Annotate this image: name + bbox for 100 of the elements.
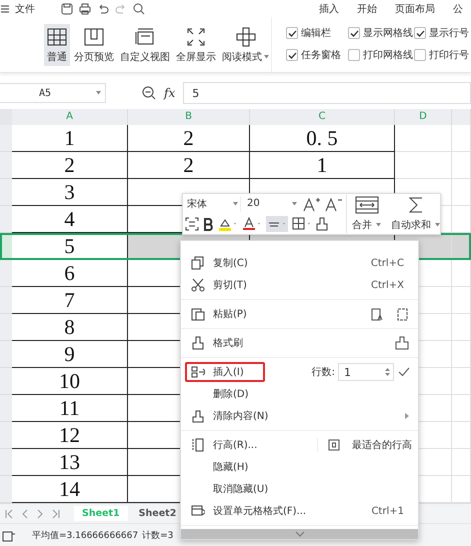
- table-cell: 1: [12, 125, 128, 152]
- last-sheet-icon[interactable]: [51, 508, 61, 518]
- decrease-font-icon[interactable]: [325, 196, 343, 212]
- autosum-button[interactable]: 自动求和: [386, 195, 445, 233]
- view-button[interactable]: 阅读模式: [220, 24, 271, 66]
- menu-item-label[interactable]: 剪切(T): [213, 278, 247, 292]
- checkbox[interactable]: [414, 49, 426, 61]
- paste-values-icon[interactable]: [370, 307, 384, 321]
- merge-icon: [354, 196, 378, 214]
- menu-item-label[interactable]: 删除(D): [213, 387, 249, 401]
- ribbon-tab[interactable]: 页面布局: [395, 2, 435, 16]
- menu-item-label[interactable]: 设置单元格格式(F)...: [213, 504, 306, 518]
- checkbox[interactable]: [414, 27, 426, 39]
- border-icon[interactable]: [292, 217, 312, 232]
- menu-icon[interactable]: [1, 4, 9, 12]
- format-brush-icon[interactable]: [316, 217, 328, 232]
- view-button[interactable]: 全屏显示: [174, 24, 218, 66]
- menu-item[interactable]: 清除内容(N): [185, 406, 274, 426]
- menu-item-label[interactable]: 复制(C): [213, 256, 248, 270]
- name-box[interactable]: A5: [0, 83, 106, 103]
- menu-item[interactable]: 取消隐藏(U): [185, 479, 274, 499]
- checkbox[interactable]: [348, 27, 360, 39]
- table-cell: 13: [12, 449, 128, 476]
- align-icon[interactable]: [266, 216, 288, 232]
- ribbon-tab[interactable]: 公: [453, 2, 463, 16]
- checkbox-label[interactable]: 打印网格线: [363, 48, 413, 62]
- font-select[interactable]: 宋体: [185, 196, 241, 212]
- checkbox[interactable]: [348, 49, 360, 61]
- checkbox-label[interactable]: 编辑栏: [301, 26, 331, 40]
- macro-icon[interactable]: [2, 530, 16, 542]
- menu-item-label[interactable]: 插入(I): [213, 365, 244, 379]
- row-header[interactable]: [0, 233, 12, 260]
- fill-color-icon[interactable]: [218, 217, 238, 232]
- view-button[interactable]: 普通: [44, 24, 70, 66]
- table-cell: 9: [12, 341, 128, 368]
- menu-item-label[interactable]: 行高(R)...: [213, 438, 258, 452]
- menu-item[interactable]: 插入(I): [185, 362, 265, 382]
- checkbox-label[interactable]: 打印行号: [429, 48, 469, 62]
- menu-item[interactable]: 删除(D): [185, 384, 255, 404]
- view-button[interactable]: 自定义视图: [118, 24, 172, 66]
- chevron-down-icon[interactable]: [294, 531, 304, 537]
- menu-item-label[interactable]: 清除内容(N): [213, 409, 268, 423]
- menu-item-label[interactable]: 最适合的行高: [352, 438, 412, 452]
- zoom-icon[interactable]: [142, 86, 156, 100]
- menu-item[interactable]: 设置单元格格式(F)...: [185, 501, 312, 521]
- bold-icon[interactable]: [203, 218, 214, 231]
- menu-item-label[interactable]: 格式刷: [213, 336, 243, 350]
- menu-item-label[interactable]: 粘贴(P): [213, 307, 247, 321]
- checkbox-label[interactable]: 任务窗格: [301, 48, 341, 62]
- increase-font-icon[interactable]: [303, 196, 321, 212]
- file-menu[interactable]: 文件: [15, 2, 35, 16]
- checkbox-label[interactable]: 显示网格线: [363, 26, 413, 40]
- menu-item-label[interactable]: 取消隐藏(U): [213, 482, 268, 496]
- checkbox[interactable]: [286, 49, 298, 61]
- view-mode-icon: [46, 26, 68, 48]
- table-cell: [395, 152, 452, 179]
- ribbon-tab[interactable]: 插入: [319, 2, 339, 16]
- undo-icon[interactable]: [97, 2, 109, 14]
- formula-input[interactable]: 5: [183, 82, 471, 104]
- view-mode-icon: [83, 26, 105, 48]
- shortcut-label: Ctrl+1: [371, 506, 404, 516]
- wrap-icon[interactable]: [185, 217, 199, 232]
- font-color-icon[interactable]: [242, 217, 262, 232]
- table-cell: [452, 287, 471, 314]
- menu-item[interactable]: 剪切(T): [185, 275, 253, 295]
- shortcut-label: Ctrl+X: [370, 280, 404, 290]
- font-size-select[interactable]: 20: [245, 196, 299, 212]
- save-icon[interactable]: [61, 2, 73, 14]
- view-button[interactable]: 分页预览: [72, 24, 116, 66]
- menu-item[interactable]: 格式刷: [185, 333, 249, 353]
- row-count-input[interactable]: 1: [338, 363, 394, 381]
- fit-height-icon[interactable]: [328, 439, 340, 451]
- check-icon[interactable]: [398, 367, 410, 377]
- table-cell: 2: [128, 152, 250, 179]
- menu-item[interactable]: 复制(C): [185, 253, 254, 273]
- caret-icon: [435, 223, 440, 227]
- ribbon-tab[interactable]: 开始: [357, 2, 377, 16]
- paste-format-icon[interactable]: [396, 307, 410, 321]
- menu-item[interactable]: 粘贴(P): [185, 304, 253, 324]
- menu-item-label[interactable]: 隐藏(H): [213, 460, 248, 474]
- table-cell: 2: [128, 125, 250, 152]
- scissors-icon: [191, 278, 205, 292]
- first-sheet-icon[interactable]: [4, 508, 14, 518]
- format-brush-icon[interactable]: [394, 336, 410, 350]
- menu-item[interactable]: 行高(R)...: [185, 435, 264, 455]
- sheet-tab[interactable]: Sheet2: [134, 506, 180, 521]
- menu-item[interactable]: 隐藏(H): [185, 457, 254, 477]
- merge-button[interactable]: 合并: [347, 195, 386, 233]
- eraser-icon: [191, 409, 205, 423]
- search-icon[interactable]: [133, 2, 145, 14]
- redo-icon[interactable]: [115, 2, 127, 14]
- checkbox[interactable]: [286, 27, 298, 39]
- next-sheet-icon[interactable]: [36, 508, 44, 518]
- format-cells-icon: [191, 504, 205, 518]
- previous-sheet-icon[interactable]: [21, 508, 29, 518]
- spinner-arrows-icon[interactable]: [385, 367, 390, 377]
- table-cell: [452, 368, 471, 395]
- print-icon[interactable]: [79, 2, 91, 14]
- checkbox-label[interactable]: 显示行号: [429, 26, 469, 40]
- function-label[interactable]: fx: [164, 86, 176, 100]
